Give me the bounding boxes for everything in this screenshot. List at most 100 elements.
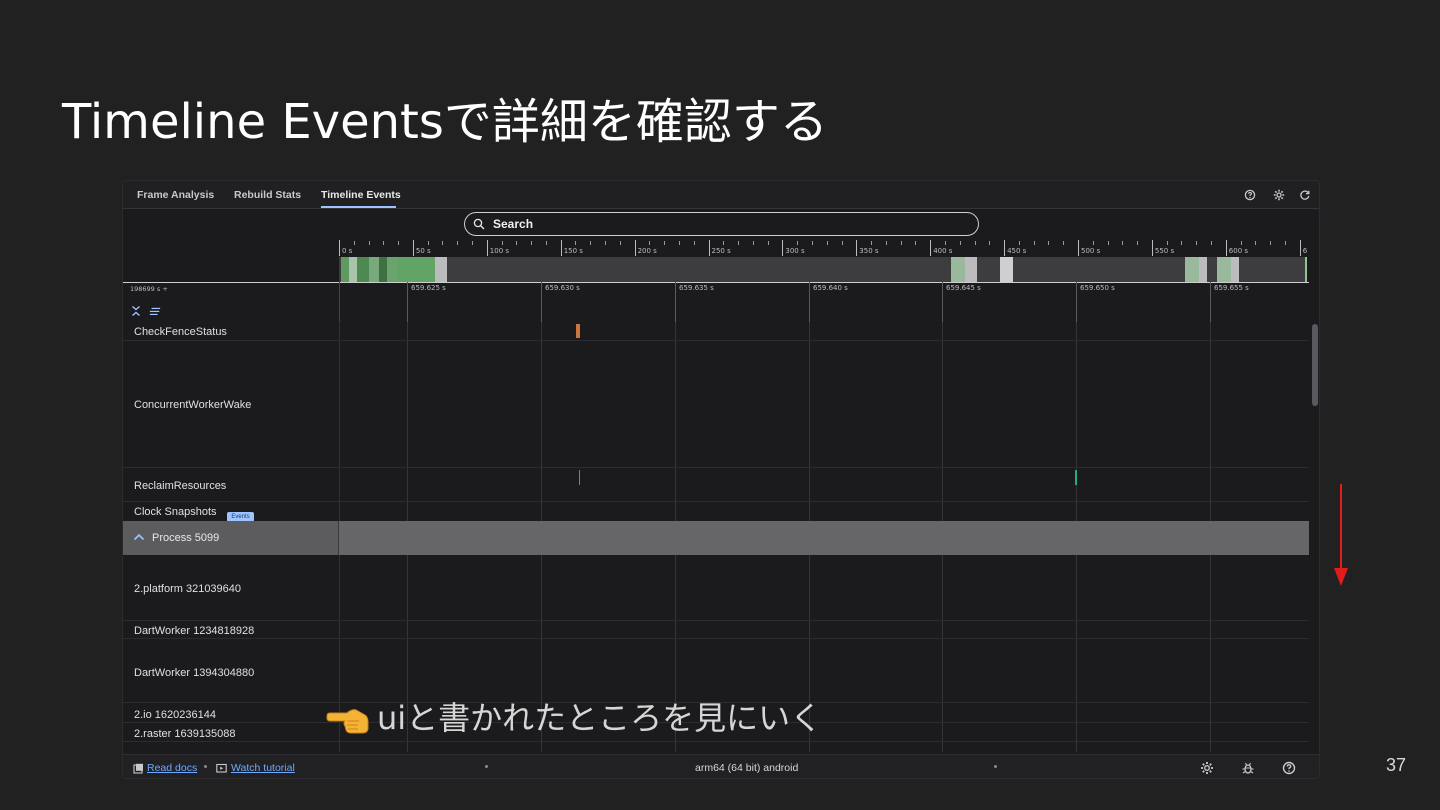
overview-frame-bar (379, 257, 387, 282)
time-ruler-label: 659.635 s (679, 284, 714, 292)
search-input[interactable] (493, 216, 963, 232)
timeline-overview[interactable]: 0 s 50 s 100 s 150 s 200 s 250 s 300 s 350 s 400… (339, 239, 1309, 282)
search-box[interactable] (464, 212, 979, 236)
watch-tutorial-link[interactable]: Watch tutorial (231, 762, 295, 774)
overview-major-tick (930, 240, 932, 256)
overview-frame-bar (951, 257, 965, 282)
slide-title: Timeline Eventsで詳細を確認する (62, 94, 828, 150)
overview-minor-tick (1255, 241, 1257, 245)
tab-frame-analysis[interactable]: Frame Analysis (137, 189, 214, 201)
row-separator (123, 467, 1309, 468)
track-label-reclaimresources[interactable]: ReclaimResources (134, 480, 226, 492)
tab-rebuild-stats[interactable]: Rebuild Stats (234, 189, 301, 201)
overview-frame-bar (349, 257, 357, 282)
overview-tick-label: 550 s (1154, 247, 1175, 255)
gear-icon[interactable] (1273, 189, 1285, 201)
process-group-row[interactable]: Process 5099 (123, 521, 1309, 555)
overview-frame-bar (357, 257, 369, 282)
overview-major-tick (412, 240, 414, 256)
help-icon[interactable] (1244, 189, 1256, 201)
device-label: arm64 (64 bit) android (695, 762, 799, 774)
overview-frame-bar (435, 257, 447, 282)
time-ruler-label: 659.655 s (1214, 284, 1249, 292)
pointing-hand-icon (326, 709, 369, 734)
overview-frame-bar (1185, 257, 1199, 282)
overview-tick-label: 150 s (563, 247, 583, 255)
chevron-up-icon[interactable] (133, 533, 145, 541)
overview-tick-label: 250 s (711, 247, 731, 255)
video-icon (216, 763, 227, 773)
time-ruler-tick (942, 282, 943, 322)
overview-minor-tick (944, 241, 946, 245)
overview-minor-tick (353, 241, 355, 245)
overview-minor-tick (1166, 241, 1168, 245)
tab-timeline-events[interactable]: Timeline Events (321, 189, 401, 201)
overview-frame-bar (387, 257, 397, 282)
track-label-text: Clock Snapshots (134, 506, 217, 518)
track-label-platform[interactable]: 2.platform 321039640 (134, 583, 241, 595)
overview-minor-tick (531, 241, 533, 245)
track-label-checkfencestatus[interactable]: CheckFenceStatus (134, 326, 227, 338)
bug-icon[interactable] (1241, 761, 1255, 775)
event-checkfencestatus[interactable] (576, 324, 580, 338)
tracks-scrollbar[interactable] (1309, 322, 1319, 752)
event-reclaimresources[interactable] (1075, 470, 1077, 485)
overview-minor-tick (752, 241, 754, 245)
row-separator (123, 501, 1309, 502)
overview-minor-tick (457, 241, 459, 245)
overview-major-tick (856, 240, 858, 256)
overview-frame-bar (1305, 257, 1307, 282)
track-label-concurrentworkerwake[interactable]: ConcurrentWorkerWake (134, 399, 251, 411)
overview-minor-tick (767, 241, 769, 245)
track-label-raster[interactable]: 2.raster 1639135088 (134, 728, 236, 740)
time-base-label: 198699 s + (130, 285, 168, 293)
overview-frame-bar (1231, 257, 1239, 282)
overview-tick-label: 400 s (933, 247, 953, 255)
track-label-io[interactable]: 2.io 1620236144 (134, 709, 216, 721)
overview-minor-tick (1018, 241, 1020, 245)
tracks-area[interactable]: CheckFenceStatus ConcurrentWorkerWake Re… (123, 322, 1309, 752)
annotation-text: uiと書かれたところを見にいく (377, 699, 823, 737)
active-tab-indicator (321, 206, 396, 208)
scrollbar-thumb[interactable] (1312, 324, 1318, 406)
search-icon (473, 218, 485, 230)
overview-minor-tick (1211, 241, 1213, 245)
overview-tick-label: 600 s (1228, 247, 1249, 255)
overview-minor-tick (442, 241, 444, 245)
time-ruler-label: 659.625 s (411, 284, 446, 292)
overview-minor-tick (1107, 241, 1109, 245)
separator-dot (485, 765, 488, 768)
time-ruler-label: 659.650 s (1080, 284, 1115, 292)
overview-minor-tick (693, 241, 695, 245)
time-ruler-label: 659.630 s (545, 284, 580, 292)
overview-major-tick (560, 240, 562, 256)
overview-tick-label: 450 s (1007, 247, 1027, 255)
time-ruler-tick (1076, 282, 1077, 322)
overview-minor-tick (723, 241, 725, 245)
read-docs-link[interactable]: Read docs (147, 762, 197, 774)
overview-minor-tick (1284, 241, 1286, 245)
scroll-down-arrow (1334, 484, 1348, 586)
ruler-divider (123, 282, 1309, 283)
process-label: Process 5099 (152, 532, 220, 544)
process-label-cell[interactable]: Process 5099 (123, 521, 339, 555)
collapse-all-icon[interactable] (130, 305, 142, 317)
label-column-divider (339, 282, 340, 322)
refresh-icon[interactable] (1299, 189, 1311, 201)
overview-tick-label: 100 s (489, 247, 510, 255)
track-options-icon[interactable] (149, 305, 161, 317)
overview-frames-band[interactable] (339, 257, 1307, 282)
track-label-clock-snapshots[interactable]: Clock Snapshots Events (134, 506, 254, 522)
overview-minor-tick (516, 241, 518, 245)
overview-tick-label: 200 s (637, 247, 657, 255)
overview-minor-tick (1196, 241, 1198, 245)
overview-minor-tick (575, 241, 577, 245)
overview-minor-tick (871, 241, 873, 245)
track-label-dartworker-2[interactable]: DartWorker 1394304880 (134, 667, 254, 679)
gear-icon[interactable] (1200, 761, 1214, 775)
help-icon[interactable] (1282, 761, 1296, 775)
track-label-dartworker-1[interactable]: DartWorker 1234818928 (134, 625, 254, 637)
event-reclaimresources[interactable] (579, 470, 580, 485)
time-ruler-tick (1210, 282, 1211, 322)
overview-minor-tick (797, 241, 799, 245)
